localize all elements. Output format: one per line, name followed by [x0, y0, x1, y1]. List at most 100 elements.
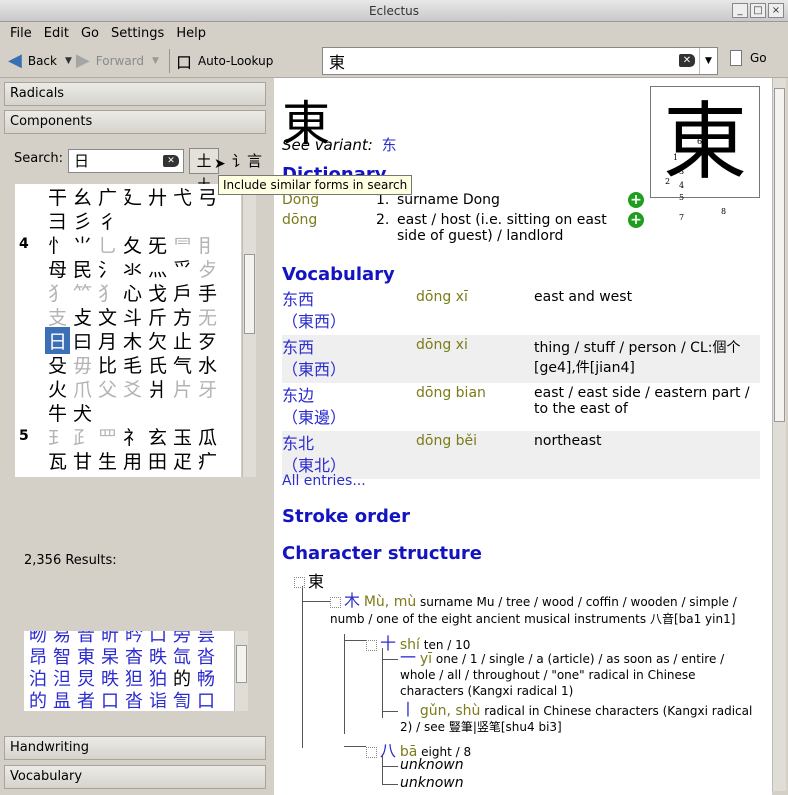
clear-component-search-icon[interactable]: ✕: [163, 155, 179, 167]
go-button[interactable]: Go: [730, 50, 767, 66]
component-char[interactable]: 氏: [145, 351, 170, 378]
auto-lookup-button[interactable]: ⼝ Auto-Lookup: [176, 49, 273, 73]
component-char[interactable]: 彡: [70, 207, 95, 234]
component-char[interactable]: 乚: [95, 231, 120, 258]
component-char[interactable]: ⺨: [45, 279, 70, 306]
component-char[interactable]: 瓜: [195, 423, 220, 450]
menu-settings[interactable]: Settings: [105, 26, 170, 41]
all-entries-link[interactable]: All entries...: [282, 473, 366, 489]
tree-expander-icon[interactable]: [366, 747, 377, 758]
component-char[interactable]: 彳: [95, 207, 120, 234]
component-char[interactable]: ⺝: [195, 231, 220, 258]
component-char[interactable]: 片: [170, 375, 195, 402]
component-char[interactable]: 疒: [195, 447, 220, 474]
component-char[interactable]: 廾: [145, 184, 170, 210]
component-char[interactable]: 氺: [120, 255, 145, 282]
tree-expander-icon[interactable]: [330, 597, 341, 608]
component-char[interactable]: 手: [195, 279, 220, 306]
component-char[interactable]: 田: [145, 447, 170, 474]
component-grid-scrollbar[interactable]: [242, 184, 256, 477]
results-grid-scrollbar[interactable]: [234, 631, 248, 711]
result-char[interactable]: 口: [194, 687, 218, 711]
lookup-input[interactable]: 東 ✕ ▼: [322, 47, 718, 75]
tree-node-gun[interactable]: 丨 gǔn, shù radical in Chinese characters…: [400, 702, 756, 735]
vocab-headword[interactable]: 东西 （東西）: [282, 289, 416, 333]
add-to-vocabulary-icon[interactable]: +: [628, 192, 644, 208]
forward-button[interactable]: ▶ Forward: [76, 50, 144, 71]
component-char[interactable]: 气: [170, 351, 195, 378]
component-char[interactable]: 斗: [120, 303, 145, 330]
menu-file[interactable]: File: [4, 26, 38, 41]
vocab-headword[interactable]: 东北 （東北）: [282, 433, 416, 477]
component-char[interactable]: 旡: [145, 231, 170, 258]
back-button[interactable]: ◀ Back: [8, 50, 57, 71]
component-char[interactable]: ⺮: [70, 279, 95, 306]
forward-history-dropdown-icon[interactable]: ▼: [152, 56, 159, 66]
component-char[interactable]: 弋: [170, 184, 195, 210]
component-char[interactable]: 比: [95, 351, 120, 378]
component-char[interactable]: 生: [95, 447, 120, 474]
component-char[interactable]: 罒: [95, 423, 120, 450]
include-variants-button[interactable]: 讠言: [232, 150, 262, 171]
component-char[interactable]: 爫: [170, 255, 195, 282]
component-char[interactable]: 曰: [70, 327, 95, 354]
component-char[interactable]: 牙: [195, 375, 220, 402]
component-char[interactable]: 戶: [170, 279, 195, 306]
tree-node-yi[interactable]: 一 yī one / 1 / single / a (article) / as…: [400, 650, 750, 699]
back-history-dropdown-icon[interactable]: ▼: [65, 56, 72, 66]
entry-view-scroll-thumb[interactable]: [774, 88, 785, 422]
component-char[interactable]: 欠: [145, 327, 170, 354]
tree-node-root[interactable]: 東: [294, 568, 764, 592]
menu-edit[interactable]: Edit: [38, 26, 75, 41]
vocab-simplified[interactable]: 东西: [282, 337, 416, 359]
component-char[interactable]: 爪: [70, 375, 95, 402]
result-char[interactable]: 诣: [146, 687, 170, 711]
component-char[interactable]: 氵: [95, 255, 120, 282]
minimize-icon[interactable]: _: [732, 3, 748, 18]
component-char[interactable]: ⺜: [170, 231, 195, 258]
component-char[interactable]: 夂: [120, 231, 145, 258]
result-char[interactable]: 昷: [50, 687, 74, 711]
component-char[interactable]: 玉: [170, 423, 195, 450]
vocab-headword[interactable]: 东边 （東邊）: [282, 385, 416, 429]
component-char[interactable]: 牛: [45, 399, 70, 426]
component-char[interactable]: 戈: [145, 279, 170, 306]
close-icon[interactable]: ×: [768, 3, 784, 18]
vocab-traditional[interactable]: （東西）: [282, 359, 416, 381]
component-char[interactable]: ⺌: [70, 231, 95, 258]
components-section-header[interactable]: Components: [4, 110, 266, 134]
clear-lookup-icon[interactable]: ✕: [679, 54, 695, 67]
component-char[interactable]: 斤: [145, 303, 170, 330]
component-char[interactable]: 毋: [70, 351, 95, 378]
tree-expander-icon[interactable]: [294, 577, 305, 588]
vocab-traditional[interactable]: （東西）: [282, 311, 416, 333]
result-char[interactable]: 的: [26, 687, 50, 711]
result-char[interactable]: 沓: [122, 687, 146, 711]
component-char[interactable]: 廴: [120, 184, 145, 210]
component-char[interactable]: 日: [45, 326, 70, 354]
component-char[interactable]: 支: [45, 303, 70, 330]
vocab-headword[interactable]: 东西 （東西）: [282, 337, 416, 381]
radicals-section-header[interactable]: Radicals: [4, 82, 266, 106]
result-char[interactable]: 者: [74, 687, 98, 711]
component-char[interactable]: 犭: [95, 279, 120, 306]
component-search-input[interactable]: 日 ✕: [68, 149, 184, 173]
component-char[interactable]: ⺩: [45, 423, 70, 450]
component-grid-scroll-thumb[interactable]: [244, 254, 255, 334]
component-char[interactable]: 礻: [120, 423, 145, 450]
result-char[interactable]: 口: [98, 687, 122, 711]
component-char[interactable]: 父: [95, 375, 120, 402]
vocab-traditional[interactable]: （東邊）: [282, 407, 416, 429]
component-char[interactable]: 民: [70, 255, 95, 282]
component-char[interactable]: 殳: [45, 351, 70, 378]
component-char[interactable]: 疋: [170, 447, 195, 474]
maximize-icon[interactable]: □: [750, 3, 766, 18]
component-char[interactable]: 文: [95, 303, 120, 330]
vocab-simplified[interactable]: 东边: [282, 385, 416, 407]
menu-go[interactable]: Go: [75, 26, 105, 41]
component-char[interactable]: 毛: [120, 351, 145, 378]
menu-help[interactable]: Help: [170, 26, 212, 41]
component-char[interactable]: ⺪: [70, 423, 95, 450]
component-char[interactable]: 用: [120, 447, 145, 474]
component-char[interactable]: 心: [120, 279, 145, 306]
